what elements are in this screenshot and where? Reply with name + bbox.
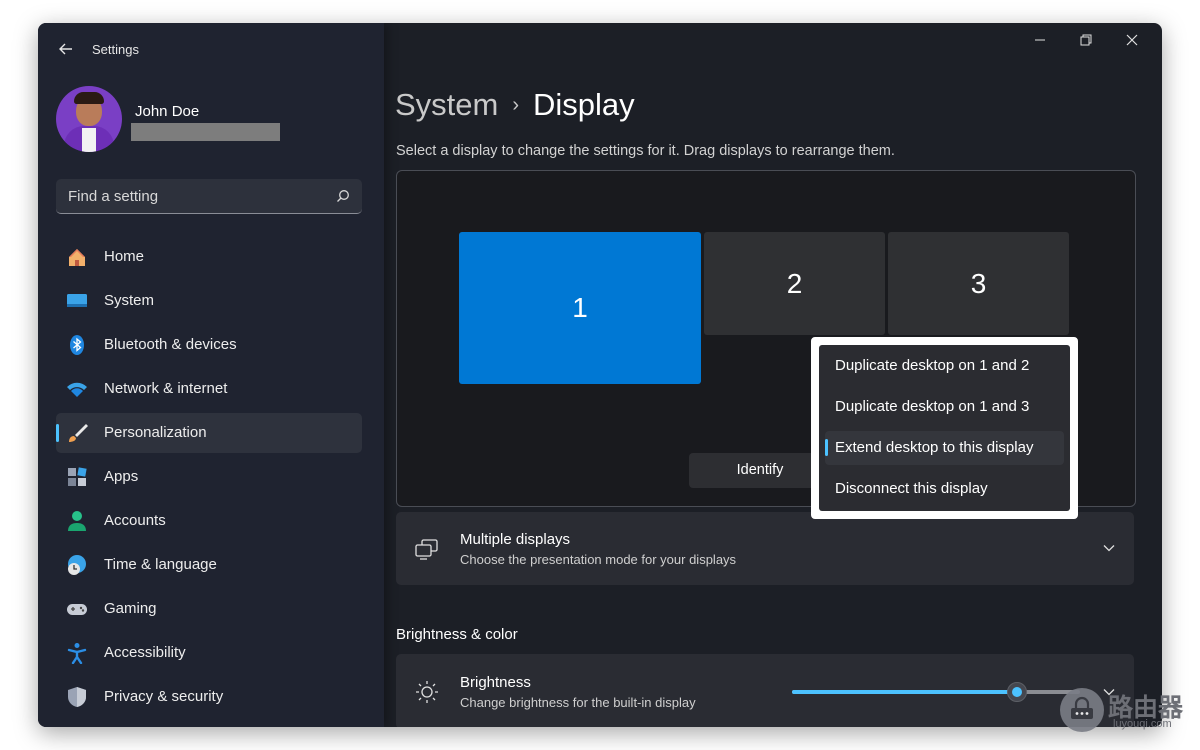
brightness-card[interactable]: Brightness Change brightness for the bui…: [396, 654, 1134, 727]
identify-button[interactable]: Identify: [689, 453, 831, 488]
watermark: 路由器 luyouqi.com: [1060, 688, 1196, 736]
sidebar-item-accounts[interactable]: Accounts: [56, 501, 362, 541]
person-icon: [66, 510, 88, 532]
sidebar-item-bluetooth[interactable]: Bluetooth & devices: [56, 325, 362, 365]
sidebar-item-personalization[interactable]: Personalization: [56, 413, 362, 453]
brightness-title: Brightness: [460, 674, 531, 691]
system-icon: [66, 290, 88, 312]
wifi-icon: [66, 378, 88, 400]
multiple-displays-card[interactable]: Multiple displays Choose the presentatio…: [396, 512, 1134, 585]
breadcrumb: System › Display: [395, 87, 635, 123]
menu-item-duplicate-1-2[interactable]: Duplicate desktop on 1 and 2: [825, 349, 1064, 383]
brightness-color-heading: Brightness & color: [396, 626, 518, 643]
router-logo-icon: [1060, 688, 1104, 732]
menu-item-extend-desktop[interactable]: Extend desktop to this display: [825, 431, 1064, 465]
sidebar-item-label: Accessibility: [104, 644, 186, 661]
breadcrumb-separator: ›: [512, 94, 520, 116]
close-icon[interactable]: [1116, 31, 1148, 51]
search-input[interactable]: Find a setting: [68, 188, 158, 205]
sun-icon: [414, 679, 440, 705]
menu-item-label: Duplicate desktop on 1 and 2: [835, 357, 1030, 374]
active-indicator: [56, 424, 59, 442]
menu-item-label: Disconnect this display: [835, 480, 988, 497]
monitor-2[interactable]: 2: [704, 232, 885, 335]
sidebar-item-label: System: [104, 292, 155, 309]
monitor-1[interactable]: 1: [459, 232, 701, 384]
sidebar-item-label: Home: [104, 248, 145, 265]
title-bar: Settings: [38, 23, 384, 77]
sidebar-item-label: Network & internet: [104, 380, 228, 397]
sidebar-item-accessibility[interactable]: Accessibility: [56, 633, 362, 673]
sidebar-item-privacy-security[interactable]: Privacy & security: [56, 677, 362, 717]
brightness-slider[interactable]: [792, 682, 1080, 702]
search-box[interactable]: Find a setting: [56, 179, 362, 214]
accessibility-icon: [66, 642, 88, 665]
user-name: John Doe: [135, 103, 200, 120]
multiple-displays-title: Multiple displays: [460, 531, 571, 548]
breadcrumb-parent[interactable]: System: [395, 87, 498, 122]
chevron-down-icon[interactable]: [1102, 541, 1116, 555]
sidebar-item-label: Personalization: [104, 424, 207, 441]
sidebar-item-system[interactable]: System: [56, 281, 362, 321]
menu-item-label: Duplicate desktop on 1 and 3: [835, 398, 1030, 415]
page-title: Display: [533, 87, 635, 122]
sidebar-item-label: Apps: [104, 468, 139, 485]
search-icon[interactable]: [336, 189, 350, 203]
monitor-3[interactable]: 3: [888, 232, 1069, 335]
sidebar-item-label: Accounts: [104, 512, 166, 529]
sidebar: Settings John Doe Find a setting Home Sy…: [38, 23, 384, 727]
multiple-displays-subtitle: Choose the presentation mode for your di…: [460, 552, 737, 567]
brightness-slider-thumb[interactable]: [1006, 682, 1027, 702]
display-instructions: Select a display to change the settings …: [396, 143, 895, 159]
brush-icon: [66, 422, 88, 444]
multiple-displays-icon: [414, 536, 440, 562]
apps-icon: [66, 466, 88, 488]
sidebar-item-home[interactable]: Home: [56, 237, 362, 277]
shield-icon: [66, 686, 88, 708]
home-icon: [66, 246, 88, 268]
sidebar-item-label: Bluetooth & devices: [104, 336, 237, 353]
sidebar-item-label: Gaming: [104, 600, 157, 617]
sidebar-nav: Home System Bluetooth & devices Network …: [56, 237, 362, 721]
app-title: Settings: [92, 42, 139, 57]
minimize-icon[interactable]: [1024, 31, 1056, 51]
restore-icon[interactable]: [1070, 31, 1102, 51]
sidebar-item-gaming[interactable]: Gaming: [56, 589, 362, 629]
menu-item-label: Extend desktop to this display: [835, 439, 1034, 456]
watermark-url: luyouqi.com: [1113, 718, 1172, 730]
sidebar-item-network[interactable]: Network & internet: [56, 369, 362, 409]
sidebar-item-label: Time & language: [104, 556, 217, 573]
brightness-subtitle: Change brightness for the built-in displ…: [460, 695, 696, 710]
gamepad-icon: [66, 598, 88, 620]
user-email-redacted: [131, 123, 280, 141]
menu-item-disconnect[interactable]: Disconnect this display: [825, 472, 1064, 506]
sidebar-item-label: Privacy & security: [104, 688, 224, 705]
display-mode-menu-highlight: Duplicate desktop on 1 and 2 Duplicate d…: [811, 337, 1078, 519]
menu-item-duplicate-1-3[interactable]: Duplicate desktop on 1 and 3: [825, 390, 1064, 424]
sidebar-item-apps[interactable]: Apps: [56, 457, 362, 497]
selected-indicator: [825, 439, 828, 456]
sidebar-item-time-language[interactable]: Time & language: [56, 545, 362, 585]
back-arrow-icon[interactable]: [56, 39, 76, 59]
globe-clock-icon: [66, 554, 88, 576]
bluetooth-icon: [66, 334, 88, 356]
brightness-slider-fill: [792, 690, 1017, 694]
avatar[interactable]: [56, 86, 122, 152]
display-mode-menu: Duplicate desktop on 1 and 2 Duplicate d…: [819, 345, 1070, 511]
